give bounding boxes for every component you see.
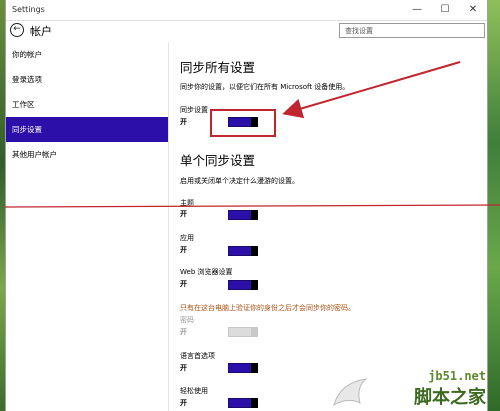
apps-state: 开 [180, 246, 187, 254]
watermark-logo-icon [333, 378, 368, 407]
ease-of-access-label: 轻松使用 [180, 387, 208, 395]
minimize-button[interactable]: — [405, 0, 429, 20]
window-title: Settings [12, 5, 45, 14]
toggle-knob [251, 246, 258, 256]
individual-sync-heading: 单个同步设置 [180, 153, 256, 168]
sync-settings-state: 开 [180, 118, 187, 126]
sidebar-item-workplace[interactable]: 工作区 [6, 92, 168, 117]
scrollbar[interactable] [475, 0, 487, 411]
maximize-button[interactable]: ☐ [433, 0, 457, 20]
web-browser-state: 开 [180, 280, 187, 288]
ease-of-access-state: 开 [180, 399, 187, 407]
individual-sync-description: 启用或关闭单个决定什么漫游的设置。 [180, 177, 299, 185]
web-browser-toggle[interactable] [228, 280, 258, 290]
password-warning: 只有在这台电脑上验证你的身份之后才会同步你的密码。 [180, 304, 355, 312]
toggle-knob [251, 363, 258, 373]
language-toggle[interactable] [228, 363, 258, 373]
sidebar-item-sign-in-options[interactable]: 登录选项 [6, 67, 168, 92]
toggle-knob [251, 398, 258, 408]
watermark-name: 脚本之家 [414, 387, 486, 408]
sidebar: 你的帐户 登录选项 工作区 同步设置 其他用户帐户 [6, 42, 169, 411]
sync-settings-label: 同步设置 [180, 106, 208, 114]
ease-of-access-toggle[interactable] [228, 398, 258, 408]
apps-toggle[interactable] [228, 246, 258, 256]
toggle-knob [251, 210, 258, 220]
back-arrow-icon[interactable]: ← [10, 23, 24, 37]
theme-toggle[interactable] [228, 210, 258, 220]
watermark: jb51.net 脚本之家 [330, 369, 490, 411]
password-toggle [228, 327, 258, 337]
theme-label: 主题 [180, 199, 194, 207]
toggle-knob [251, 280, 258, 290]
sync-all-heading: 同步所有设置 [180, 60, 256, 75]
sync-all-description: 同步你的设置，以便它们在所有 Microsoft 设备使用。 [180, 83, 350, 91]
title-bar[interactable]: Settings — ☐ ✕ [6, 0, 487, 21]
password-state: 开 [180, 328, 187, 336]
language-state: 开 [180, 364, 187, 372]
language-label: 语言首选项 [180, 352, 215, 360]
sidebar-item-sync-settings[interactable]: 同步设置 [6, 117, 168, 142]
page-title: 帐户 [30, 25, 52, 38]
theme-state: 开 [180, 210, 187, 218]
sidebar-item-your-account[interactable]: 你的帐户 [6, 42, 168, 67]
settings-window: Settings — ☐ ✕ ← 帐户 查找设置 你的帐户 登录选项 工作区 同… [5, 0, 488, 411]
watermark-site: jb51.net [428, 369, 486, 383]
desktop-background-right [488, 0, 500, 411]
sidebar-item-other-accounts[interactable]: 其他用户帐户 [6, 142, 168, 167]
header: ← 帐户 查找设置 [6, 20, 487, 42]
toggle-knob [251, 327, 258, 337]
password-label: 密码 [180, 316, 194, 324]
annotation-highlight-box [210, 109, 276, 137]
web-browser-label: Web 浏览器设置 [180, 268, 233, 276]
search-input[interactable]: 查找设置 [339, 23, 485, 38]
apps-label: 应用 [180, 234, 194, 242]
